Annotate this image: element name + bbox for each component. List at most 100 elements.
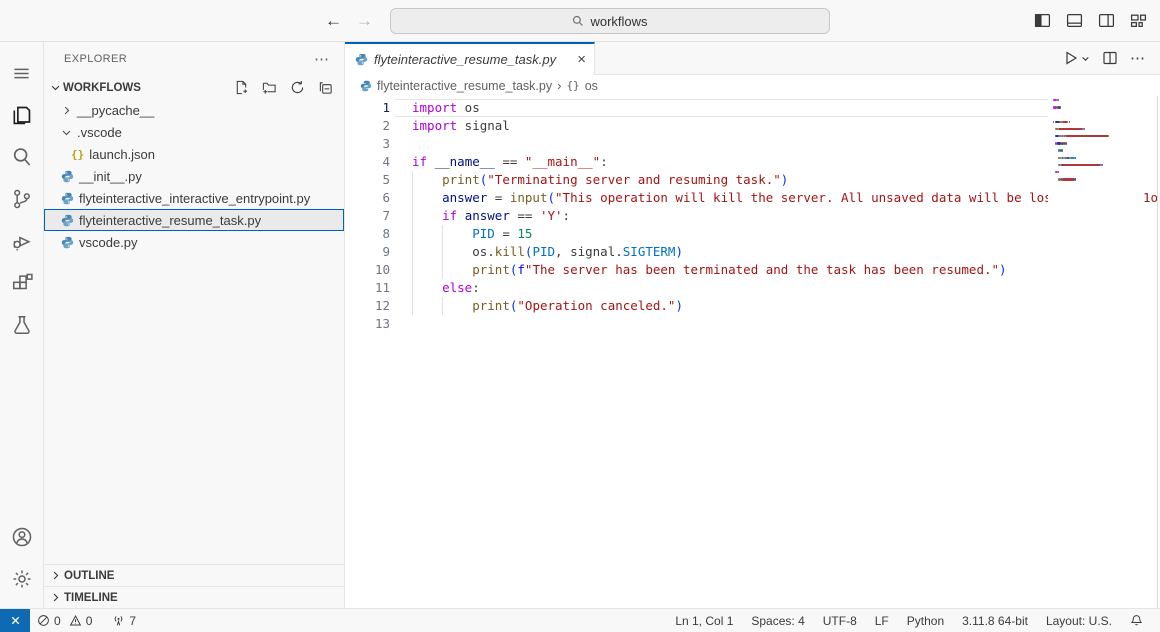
search-icon xyxy=(572,15,584,27)
breadcrumb-file[interactable]: flyteinteractive_resume_task.py xyxy=(377,79,552,93)
code-line[interactable]: 9 os.kill(PID, signal.SIGTERM) xyxy=(345,243,1048,261)
minimap-line xyxy=(1057,106,1061,108)
chevron-down-icon xyxy=(50,82,61,93)
tree-item[interactable]: vscode.py xyxy=(44,231,344,253)
code-token: import xyxy=(412,100,457,115)
testing-icon[interactable] xyxy=(0,304,44,346)
tab-flyteinteractive-resume-task[interactable]: flyteinteractive_resume_task.py × xyxy=(345,42,595,75)
eol[interactable]: LF xyxy=(866,609,898,632)
minimap-line xyxy=(1065,135,1109,137)
code-line[interactable]: 3 xyxy=(345,135,1048,153)
code-line[interactable]: 6 answer = input("This operation will ki… xyxy=(345,189,1048,207)
breadcrumb-symbol[interactable]: os xyxy=(585,79,598,93)
tree-item[interactable]: __pycache__ xyxy=(44,99,344,121)
search-sidebar-icon[interactable] xyxy=(0,136,44,178)
code-token: "Terminating server and resuming task." xyxy=(487,172,781,187)
keyboard-layout[interactable]: Layout: U.S. xyxy=(1037,609,1121,632)
line-number: 12 xyxy=(345,297,412,315)
code-token: signal. xyxy=(570,244,623,259)
code-token: answer xyxy=(442,190,487,205)
explorer-more-icon[interactable]: ⋯ xyxy=(314,50,330,68)
code-token: 15 xyxy=(517,226,532,241)
code-token: signal xyxy=(457,118,510,133)
toggle-secondary-sidebar-icon[interactable] xyxy=(1097,11,1116,30)
minimap-line xyxy=(1075,157,1076,159)
code-token: "This operation will kill the server. Al… xyxy=(555,190,1048,205)
code-text: print(f"The server has been terminated a… xyxy=(412,261,1007,279)
refresh-icon[interactable] xyxy=(289,79,306,96)
code-line[interactable]: 1import os xyxy=(345,99,1048,117)
indentation[interactable]: Spaces: 4 xyxy=(742,609,813,632)
new-file-icon[interactable] xyxy=(233,79,250,96)
run-python-file-icon[interactable] xyxy=(1063,50,1090,66)
code-editor[interactable]: 1import os2import signal34if __name__ ==… xyxy=(345,96,1160,608)
language-mode[interactable]: Python xyxy=(898,609,953,632)
forward-arrow-icon: → xyxy=(356,11,373,31)
python-file-icon xyxy=(61,214,74,227)
code-line[interactable]: 8 PID = 15 xyxy=(345,225,1048,243)
tree-item[interactable]: flyteinteractive_resume_task.py xyxy=(44,209,344,231)
python-file-icon xyxy=(355,53,368,66)
minimap[interactable] xyxy=(1048,96,1157,608)
code-token: = xyxy=(487,190,510,205)
accounts-icon[interactable] xyxy=(0,516,44,558)
tab-close-icon[interactable]: × xyxy=(577,52,586,67)
explorer-icon[interactable] xyxy=(0,94,44,136)
tree-item[interactable]: {}launch.json xyxy=(44,143,344,165)
code-line[interactable]: 2import signal xyxy=(345,117,1048,135)
notifications-bell-icon[interactable] xyxy=(1121,609,1152,632)
source-control-icon[interactable] xyxy=(0,178,44,220)
code-token: ) xyxy=(999,262,1007,277)
code-line[interactable]: 12 print("Operation canceled.") xyxy=(345,297,1048,315)
outline-section[interactable]: OUTLINE xyxy=(44,564,344,586)
code-token: "__main__" xyxy=(525,154,600,169)
ports-status[interactable]: 7 xyxy=(105,609,143,632)
run-debug-icon[interactable] xyxy=(0,220,44,262)
menu-icon[interactable] xyxy=(0,52,44,94)
timeline-section[interactable]: TIMELINE xyxy=(44,586,344,608)
code-token xyxy=(457,208,465,223)
code-line[interactable]: 5 print("Terminating server and resuming… xyxy=(345,171,1048,189)
code-line[interactable]: 4if __name__ == "__main__": xyxy=(345,153,1048,171)
code-token: == xyxy=(495,154,525,169)
cursor-position[interactable]: Ln 1, Col 1 xyxy=(666,609,742,632)
editor-more-actions-icon[interactable]: ⋯ xyxy=(1130,49,1146,67)
code-text: os.kill(PID, signal.SIGTERM) xyxy=(412,243,683,261)
new-folder-icon[interactable] xyxy=(261,79,278,96)
code-line[interactable]: 7 if answer == 'Y': xyxy=(345,207,1048,225)
line-number: 11 xyxy=(345,279,412,297)
code-area[interactable]: 1import os2import signal34if __name__ ==… xyxy=(345,99,1048,333)
toggle-panel-icon[interactable] xyxy=(1065,11,1084,30)
code-line[interactable]: 10 print(f"The server has been terminate… xyxy=(345,261,1048,279)
encoding[interactable]: UTF-8 xyxy=(814,609,866,632)
workspace-section-header[interactable]: WORKFLOWS xyxy=(44,76,344,99)
code-text: answer = input("This operation will kill… xyxy=(412,189,1048,207)
toggle-primary-sidebar-icon[interactable] xyxy=(1033,11,1052,30)
tree-item[interactable]: .vscode xyxy=(44,121,344,143)
code-token: == xyxy=(510,208,540,223)
code-token: kill xyxy=(495,244,525,259)
scrollbar[interactable] xyxy=(1157,96,1158,608)
code-token: import xyxy=(412,118,457,133)
search-input[interactable]: workflows xyxy=(390,8,830,34)
outline-label: OUTLINE xyxy=(64,570,114,582)
tab-bar: flyteinteractive_resume_task.py × ⋯ xyxy=(345,42,1160,75)
minimap-line xyxy=(1058,171,1059,173)
customize-layout-icon[interactable] xyxy=(1129,11,1148,30)
collapse-folders-icon[interactable] xyxy=(317,79,334,96)
tree-item[interactable]: flyteinteractive_interactive_entrypoint.… xyxy=(44,187,344,209)
problems-status[interactable]: 0 0 xyxy=(30,609,99,632)
tree-item[interactable]: __init__.py xyxy=(44,165,344,187)
code-line[interactable]: 13 xyxy=(345,315,1048,333)
minimap-line xyxy=(1062,149,1063,151)
sidebar-explorer: EXPLORER ⋯ WORKFLOWS __pycache__.vscode{… xyxy=(44,42,345,608)
split-editor-icon[interactable] xyxy=(1102,50,1118,66)
settings-icon[interactable] xyxy=(0,558,44,600)
status-bar: 0 0 7 Ln 1, Col 1 Spaces: 4 UTF-8 LF Pyt… xyxy=(0,608,1160,632)
back-arrow-icon[interactable]: ← xyxy=(325,11,342,31)
extensions-icon[interactable] xyxy=(0,262,44,304)
python-interpreter[interactable]: 3.11.8 64-bit xyxy=(953,609,1037,632)
code-line[interactable]: 11 else: xyxy=(345,279,1048,297)
remote-indicator[interactable] xyxy=(0,609,30,632)
line-number: 13 xyxy=(345,315,412,333)
